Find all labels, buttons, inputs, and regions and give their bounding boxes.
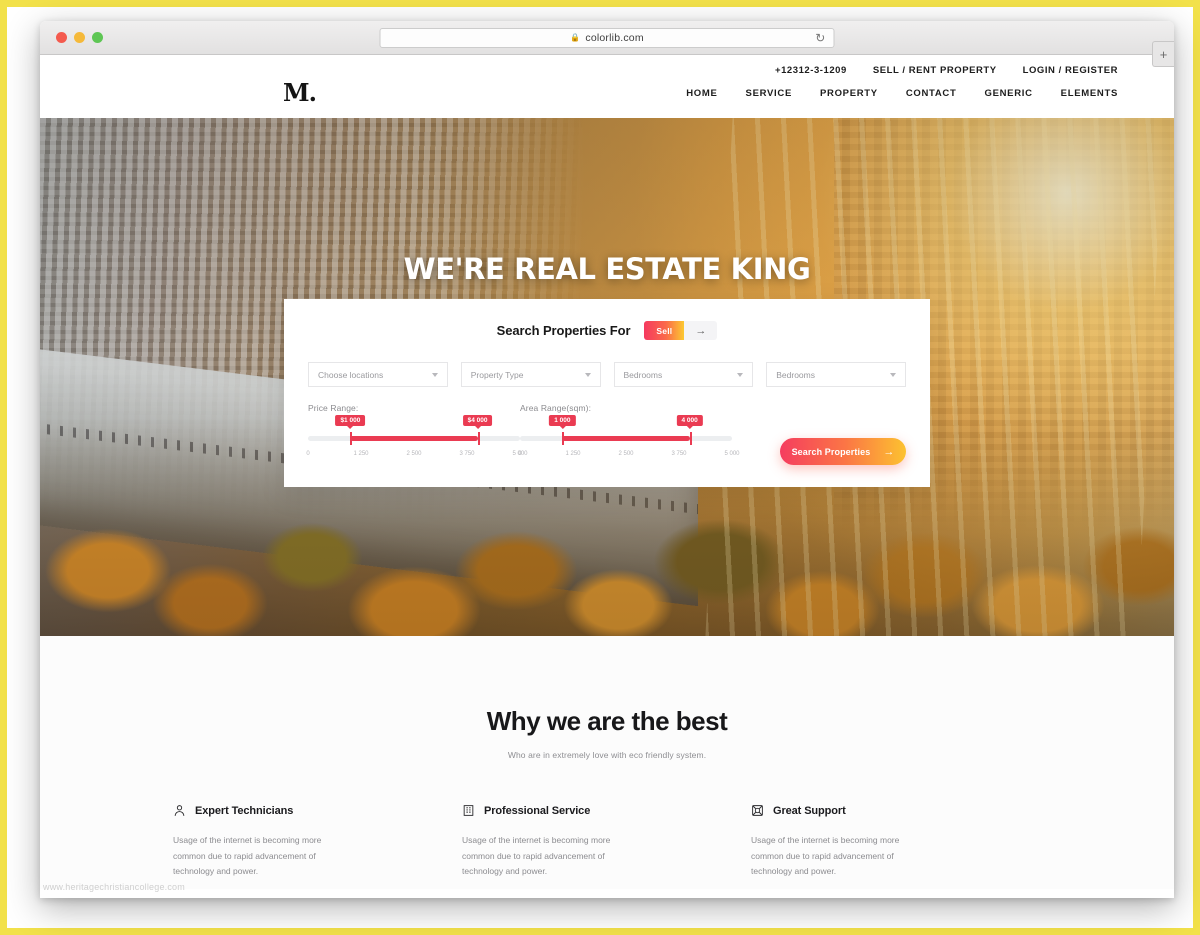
feature-item-expert-technicians: Expert Technicians Usage of the internet… (173, 804, 462, 880)
nav-item-home[interactable]: HOME (686, 88, 717, 99)
building-icon (462, 804, 475, 817)
sell-rent-toggle[interactable]: Sell → (644, 321, 718, 340)
feature-text: Usage of the internet is becoming more c… (462, 835, 611, 877)
feature-list: Expert Technicians Usage of the internet… (173, 804, 1041, 880)
select-bedrooms-1[interactable]: Bedrooms (613, 362, 754, 387)
feature-title: Expert Technicians (195, 804, 294, 817)
feature-text: Usage of the internet is becoming more c… (751, 835, 900, 877)
support-icon (751, 804, 764, 817)
select-choose-locations-value: Choose locations (318, 369, 384, 380)
browser-window: 🔒 colorlib.com ↻ + +12312-3-1209 SELL / … (40, 21, 1174, 898)
feature-header: Professional Service (462, 804, 751, 817)
area-range-group: Area Range(sqm): 1 000 4 000 0 1 250 2 500… (518, 403, 739, 463)
window-controls (40, 32, 103, 43)
select-bedrooms-2-value: Bedrooms (776, 369, 815, 380)
price-range-group: Price Range: $1 000 $4 000 0 1 250 2 500 3 … (306, 403, 527, 463)
nav-item-generic[interactable]: GENERIC (984, 88, 1032, 99)
feature-item-great-support: Great Support Usage of the internet is b… (751, 804, 1040, 880)
range-tick: 5 000 (724, 451, 740, 457)
range-tick: 3 750 (459, 451, 475, 457)
new-tab-button[interactable]: + (1152, 41, 1174, 67)
select-property-type[interactable]: Property Type (460, 362, 601, 387)
why-best-section: Why we are the best Who are in extremely… (40, 636, 1174, 889)
price-range-slider[interactable]: $1 000 $4 000 (308, 415, 520, 449)
select-bedrooms-1-value: Bedrooms (623, 369, 663, 380)
main-navigation-row: M. HOME SERVICE PROPERTY CONTACT GENERIC… (40, 76, 1174, 118)
top-utility-bar: +12312-3-1209 SELL / RENT PROPERTY LOGIN… (40, 55, 1174, 76)
hero-headline: WE'RE REAL ESTATE KING (403, 252, 811, 286)
feature-title: Professional Service (484, 804, 591, 817)
area-range-fill (562, 436, 690, 441)
range-tick: 2 500 (406, 451, 422, 457)
address-bar[interactable]: 🔒 colorlib.com ↻ (379, 27, 835, 48)
nav-item-service[interactable]: SERVICE (746, 88, 792, 99)
nav-item-property[interactable]: PROPERTY (820, 88, 878, 99)
arrow-right-icon: → (883, 445, 895, 458)
price-range-bubble-min: $1 000 (335, 415, 366, 426)
area-range-label: Area Range(sqm): (520, 403, 592, 413)
chevron-down-icon (737, 372, 744, 377)
range-tick: 1 250 (353, 451, 369, 457)
area-range-slider[interactable]: 1 000 4 000 (520, 415, 732, 449)
arrow-right-icon[interactable]: → (684, 321, 718, 340)
site-header: +12312-3-1209 SELL / RENT PROPERTY LOGIN… (40, 55, 1174, 118)
lock-icon: 🔒 (570, 32, 581, 42)
price-range-label: Price Range: (308, 403, 359, 413)
search-panel-title: Search Properties For (496, 323, 631, 338)
login-register-link[interactable]: LOGIN / REGISTER (1023, 65, 1118, 76)
feature-text: Usage of the internet is becoming more c… (173, 835, 322, 877)
chevron-down-icon (890, 372, 896, 377)
area-range-handle-min[interactable] (562, 432, 565, 445)
range-tick: 0 (306, 451, 310, 457)
property-search-panel: Search Properties For Sell → Choose loca… (284, 299, 930, 487)
search-properties-button-label: Search Properties (791, 446, 871, 457)
site-logo[interactable]: M. (283, 78, 317, 107)
close-window-button[interactable] (56, 32, 67, 43)
sell-rent-property-link[interactable]: SELL / RENT PROPERTY (873, 65, 997, 76)
select-property-type-value: Property Type (470, 369, 524, 380)
user-icon (173, 804, 186, 817)
area-range-handle-max[interactable] (689, 432, 692, 445)
area-range-bubble-max: 4 000 (676, 415, 703, 426)
main-navigation: HOME SERVICE PROPERTY CONTACT GENERIC EL… (686, 88, 1118, 99)
feature-title: Great Support (773, 804, 846, 817)
range-tick: 1 250 (565, 451, 581, 457)
why-best-title: Why we are the best (486, 706, 728, 736)
nav-item-contact[interactable]: CONTACT (906, 88, 957, 99)
price-range-fill (350, 436, 478, 441)
price-range-bubble-max: $4 000 (462, 415, 493, 426)
minimize-window-button[interactable] (74, 32, 85, 43)
nav-item-elements[interactable]: ELEMENTS (1061, 88, 1118, 99)
feature-header: Expert Technicians (173, 804, 462, 817)
price-range-ticks: 01 250 2 500 3 750 5 000 (306, 451, 527, 463)
range-tick: 3 750 (671, 451, 687, 457)
chevron-down-icon (431, 372, 438, 377)
range-tick: 2 500 (618, 451, 634, 457)
feature-header: Great Support (751, 804, 1040, 817)
select-bedrooms-2[interactable]: Bedrooms (766, 362, 906, 387)
reload-icon[interactable]: ↻ (815, 31, 825, 45)
maximize-window-button[interactable] (92, 32, 103, 43)
search-properties-button[interactable]: Search Properties → (780, 438, 906, 465)
select-choose-locations[interactable]: Choose locations (308, 362, 448, 387)
watermark: www.heritagechristiancollege.com (43, 882, 185, 892)
area-range-bubble-min: 1 000 (549, 415, 576, 426)
phone-number[interactable]: +12312-3-1209 (775, 65, 847, 76)
feature-item-professional-service: Professional Service Usage of the intern… (462, 804, 751, 880)
range-tick: 0 (518, 451, 522, 457)
chevron-down-icon (584, 372, 591, 377)
price-range-handle-max[interactable] (477, 432, 480, 445)
page-frame: 🔒 colorlib.com ↻ + +12312-3-1209 SELL / … (0, 0, 1200, 935)
search-filters: Choose locations Property Type Bedrooms … (308, 362, 906, 387)
hero-section: WE'RE REAL ESTATE KING Search Properties… (40, 118, 1174, 636)
address-bar-url: colorlib.com (585, 31, 644, 44)
why-best-subtitle: Who are in extremely love with eco frien… (507, 750, 707, 760)
price-range-handle-min[interactable] (350, 432, 353, 445)
search-panel-header: Search Properties For Sell → (308, 321, 906, 340)
toggle-option-sell[interactable]: Sell (644, 321, 685, 340)
browser-chrome: 🔒 colorlib.com ↻ + (40, 21, 1174, 67)
area-range-ticks: 0 1 250 2 500 3 750 5 000 (518, 451, 739, 463)
